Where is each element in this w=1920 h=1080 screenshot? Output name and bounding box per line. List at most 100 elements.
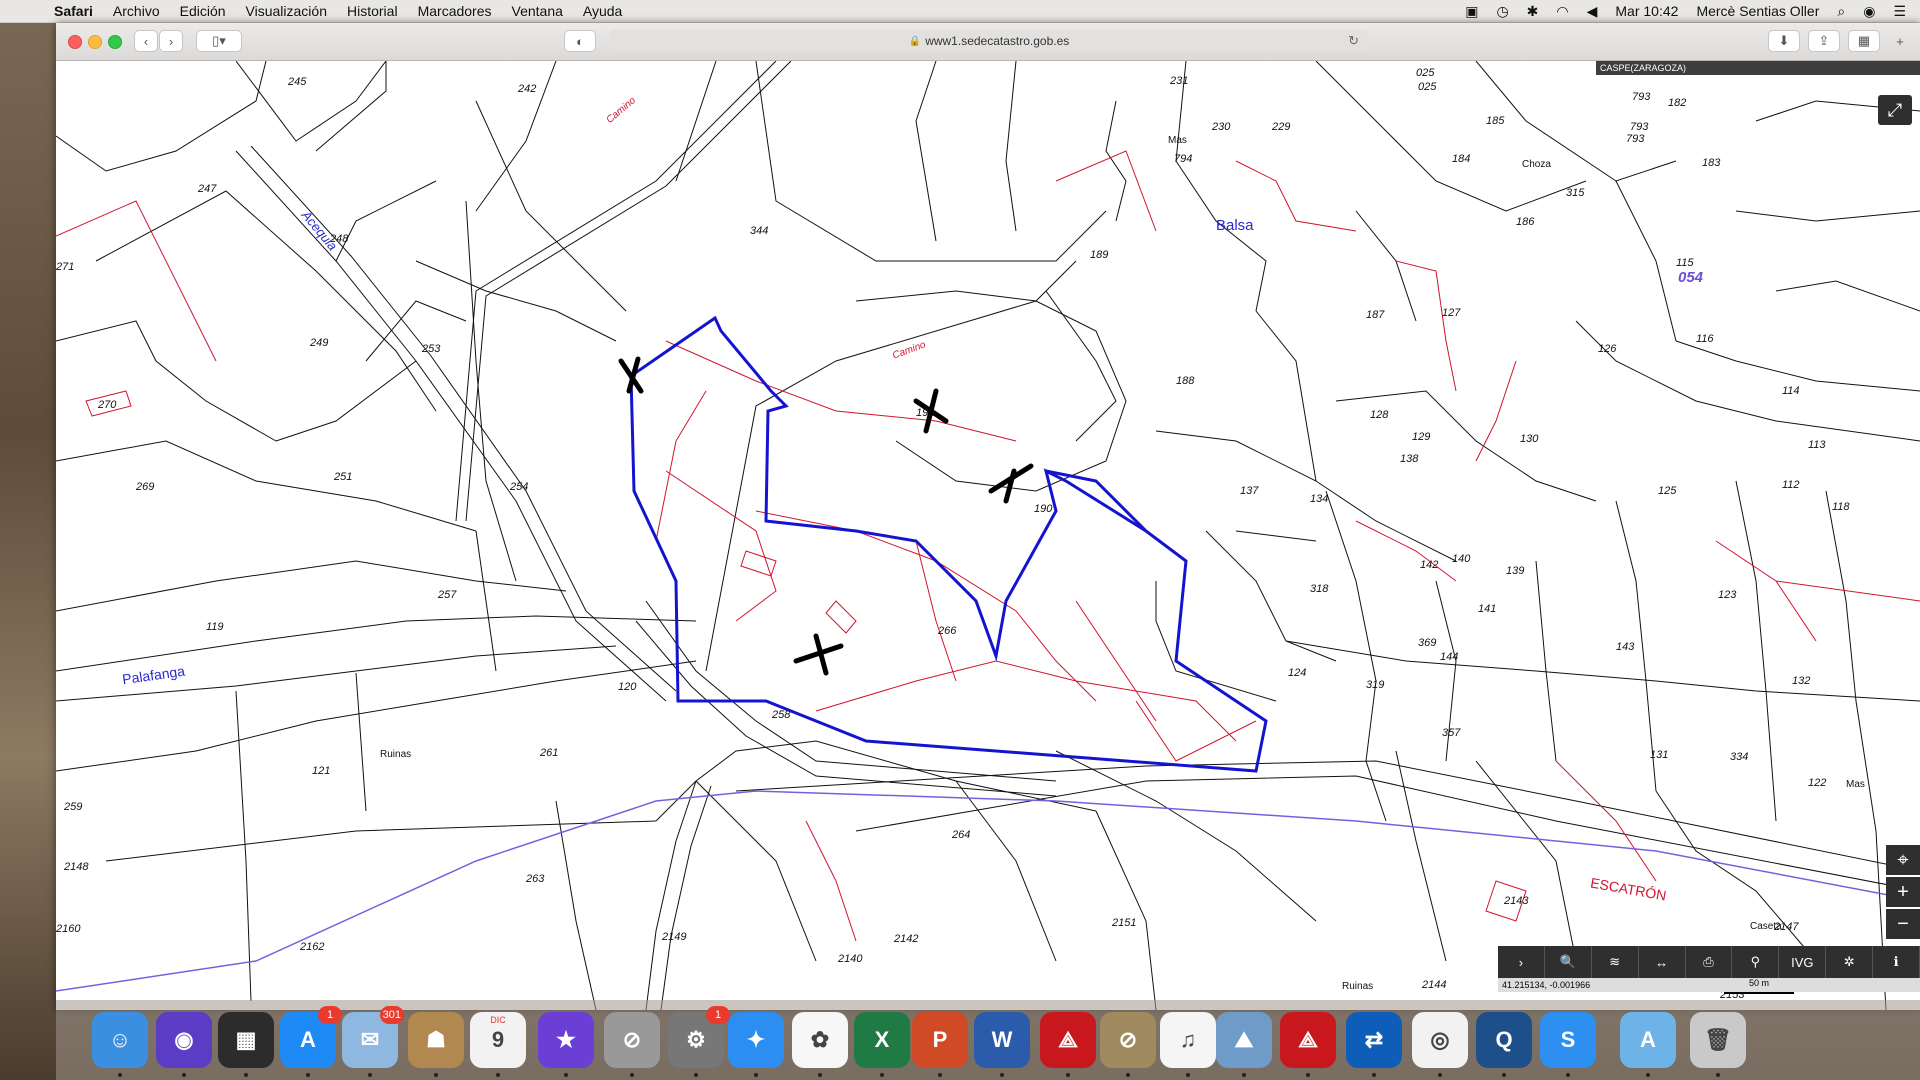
menu-ayuda[interactable]: Ayuda — [583, 3, 622, 19]
menu-ventana[interactable]: Ventana — [512, 3, 563, 19]
dock-app-word[interactable]: W — [974, 1012, 1030, 1077]
tool-share-button[interactable]: ✲ — [1826, 946, 1874, 978]
parcel-label: 258 — [772, 709, 791, 721]
mas-label: Mas — [1846, 779, 1865, 790]
dock-app-acrobat[interactable]: ⟁ — [1040, 1012, 1096, 1077]
url-text: www1.sedecatastro.gob.es — [925, 34, 1070, 48]
new-tab-button[interactable]: + — [1888, 30, 1912, 52]
app-store-icon: A — [300, 1027, 316, 1052]
dock-app-preview[interactable]: ⛰ — [1216, 1012, 1272, 1077]
dock-app-photos[interactable]: ✿ — [792, 1012, 848, 1077]
parcel-label: 2143 — [1504, 895, 1529, 907]
tool-ivg-button[interactable]: IVG — [1779, 946, 1827, 978]
parcel-label: 334 — [1730, 751, 1749, 763]
wifi-icon[interactable]: ◠ — [1556, 3, 1568, 20]
dock-app-chrome[interactable]: ◎ — [1412, 1012, 1468, 1077]
tool-search-button[interactable]: 🔍 — [1545, 946, 1592, 978]
zoom-out-button[interactable]: − — [1886, 909, 1920, 939]
menu-visualizacion[interactable]: Visualización — [246, 3, 327, 19]
reload-icon[interactable]: ↻ — [1348, 33, 1359, 49]
sidebar-button[interactable]: ▯▾ — [196, 30, 242, 52]
clock[interactable]: Mar 10:42 — [1615, 3, 1678, 19]
menu-archivo[interactable]: Archivo — [113, 3, 160, 19]
locate-button[interactable]: ⌖ — [1886, 845, 1920, 875]
plus-icon: + — [1897, 880, 1909, 903]
dock-app-siri[interactable]: ◉ — [156, 1012, 212, 1077]
tool-coordinates-button[interactable]: ⚲ — [1732, 946, 1780, 978]
dock-app-mail[interactable]: ✉ 301 — [342, 1006, 404, 1077]
forward-button[interactable]: › — [159, 30, 183, 52]
privacy-report-button[interactable]: ◐ — [564, 30, 596, 52]
dock-app-powerpoint[interactable]: P — [912, 1012, 968, 1077]
downloads-button[interactable]: ⬇ — [1768, 30, 1800, 52]
dock-app-music[interactable]: ♫ — [1160, 1012, 1216, 1077]
dock-app-photo-booth[interactable]: ▦ — [218, 1012, 274, 1077]
running-indicator — [880, 1073, 884, 1077]
spotlight-icon[interactable]: ⌕ — [1837, 3, 1845, 20]
dock-app-contacts[interactable]: ☗ — [408, 1012, 464, 1077]
tool-layers-button[interactable]: ≋ — [1592, 946, 1639, 978]
running-indicator — [754, 1073, 758, 1077]
parcel-label: 121 — [312, 765, 331, 777]
minimize-window-button[interactable] — [88, 35, 102, 49]
address-bar[interactable]: 🔒 www1.sedecatastro.gob.es ↻ — [609, 30, 1369, 52]
dock-app-finder[interactable]: ☺ — [92, 1012, 148, 1077]
dock-app-disabled-app[interactable]: ⊘ — [604, 1012, 660, 1077]
menu-app[interactable]: Safari — [54, 3, 93, 19]
bluetooth-icon[interactable]: ✱ — [1527, 3, 1539, 20]
trash-icon: 🗑 — [1704, 1027, 1732, 1052]
dock-app-teamviewer[interactable]: ⇄ — [1346, 1012, 1402, 1077]
parcel-label: 184 — [1452, 153, 1471, 165]
dock-app-imovie[interactable]: ★ — [538, 1012, 594, 1077]
running-indicator — [1306, 1073, 1310, 1077]
grid-icon: ▦ — [1857, 33, 1871, 48]
user-name[interactable]: Mercè Sentias Oller — [1696, 3, 1819, 19]
notification-center-icon[interactable]: ☰ — [1893, 3, 1906, 20]
menu-historial[interactable]: Historial — [347, 3, 398, 19]
safari-icon: ✦ — [746, 1027, 766, 1052]
menu-marcadores[interactable]: Marcadores — [418, 3, 492, 19]
back-button[interactable]: ‹ — [134, 30, 158, 52]
parcel-label: 264 — [952, 829, 971, 841]
parcel-label: 192 — [916, 407, 935, 419]
dock-app-safari[interactable]: ✦ — [728, 1012, 784, 1077]
zoom-in-button[interactable]: + — [1886, 877, 1920, 907]
parcel-label: 357 — [1442, 727, 1461, 739]
music-icon: ♫ — [1179, 1027, 1197, 1052]
dock-app-system-preferences[interactable]: ⚙ 1 — [668, 1006, 730, 1077]
dock-app-quicktime[interactable]: Q — [1476, 1012, 1532, 1077]
tool-info-button[interactable]: ℹ — [1873, 946, 1920, 978]
menu-edicion[interactable]: Edición — [180, 3, 226, 19]
tool-measure-button[interactable]: ↔ — [1639, 946, 1686, 978]
dock-app-trash[interactable]: 🗑 — [1690, 1012, 1746, 1077]
dock: ☺ ◉ ▦ A 1 ✉ 301 ☗ 9 DIC ★ ⊘ ⚙ 1 ✦ ✿ X P W ⟁ ⊘ ♫ ⛰ ⟁ ⇄ ◎ Q S A 🗑 — [56, 1000, 1920, 1080]
screen-icon[interactable]: ▣ — [1465, 3, 1478, 20]
tab-overview-button[interactable]: ▦ — [1848, 30, 1880, 52]
cadastral-map[interactable]: CASPE(ZARAGOZA) ⤢ 245 242 231 025 025 79… — [56, 61, 1920, 1010]
polygon-label: 054 — [1678, 269, 1704, 286]
tool-expand-button[interactable]: › — [1498, 946, 1545, 978]
ruinas-label: Ruinas — [1342, 981, 1374, 992]
fullscreen-button[interactable]: ⤢ — [1878, 95, 1912, 125]
siri-icon[interactable]: ◉ — [1863, 3, 1875, 20]
share-button[interactable]: ⇪ — [1808, 30, 1840, 52]
dock-app-app-store[interactable]: A1 — [280, 1006, 342, 1077]
parcel-label: 344 — [750, 225, 769, 237]
zoom-window-button[interactable] — [108, 35, 122, 49]
dock-app-excel[interactable]: X — [854, 1012, 910, 1077]
dock-app-calendar[interactable]: 9 DIC — [470, 1012, 526, 1077]
parcel-label: 190 — [1034, 503, 1053, 515]
volume-icon[interactable]: ◀ — [1587, 3, 1598, 20]
tool-print-button[interactable]: ⎙ — [1686, 946, 1733, 978]
mail-icon: ✉ — [360, 1027, 380, 1052]
dock-app-skype[interactable]: S — [1540, 1012, 1596, 1077]
dock-app-applications[interactable]: A — [1620, 1012, 1676, 1077]
mas-label: Mas — [1168, 135, 1187, 146]
parcel-label: 183 — [1702, 157, 1721, 169]
time-machine-icon[interactable]: ◷ — [1496, 3, 1508, 20]
dock-app-disabled-app-2[interactable]: ⊘ — [1100, 1012, 1156, 1077]
parcel-label: 2140 — [838, 953, 863, 965]
parcel-label: 261 — [540, 747, 559, 759]
close-window-button[interactable] — [68, 35, 82, 49]
dock-app-acrobat-reader[interactable]: ⟁ — [1280, 1012, 1336, 1077]
